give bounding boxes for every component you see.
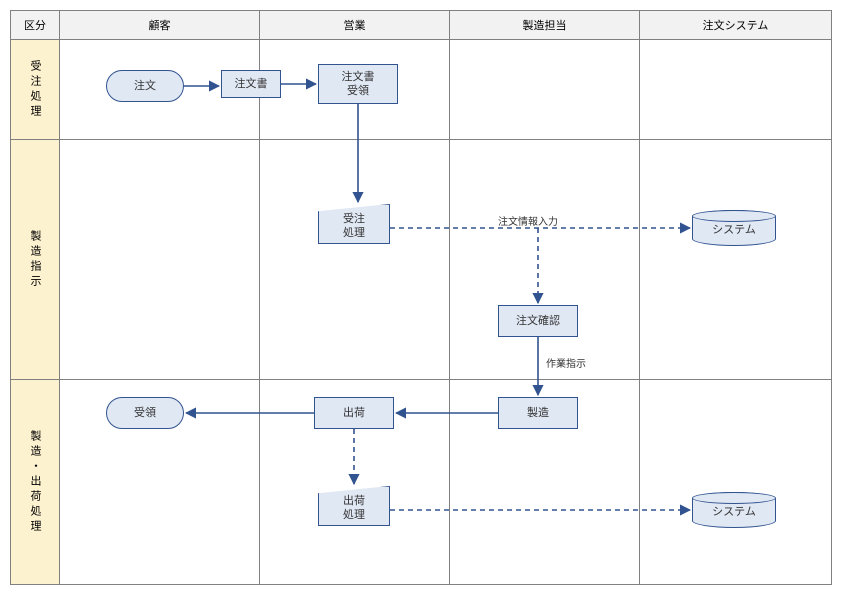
node-manufacture-label: 製造 (527, 406, 549, 420)
node-system-a-label: システム (712, 223, 756, 237)
node-system-a: システム (692, 210, 776, 246)
node-system-b-label: システム (712, 505, 756, 519)
swimlane-diagram: 区分 顧客 営業 製造担当 注文システム 受注処理 製造指示 製造・出荷処理 注… (0, 0, 842, 595)
node-order-form: 注文書 (221, 70, 281, 98)
node-order-label: 注文 (134, 79, 156, 93)
phase-1: 受注処理 (10, 39, 60, 140)
phase-3-label: 製造・出荷処理 (27, 430, 43, 535)
node-order-form-receive: 注文書 受領 (318, 64, 398, 104)
node-order-form-receive-label: 注文書 受領 (342, 70, 375, 99)
phase-1-label: 受注処理 (27, 60, 43, 120)
node-receive-label: 受領 (134, 406, 156, 420)
node-ship-proc-label: 出荷 処理 (343, 494, 365, 523)
phase-2: 製造指示 (10, 139, 60, 380)
node-ship-label: 出荷 (343, 406, 365, 420)
header-sales: 営業 (259, 10, 450, 40)
lane-mfg-r1 (449, 39, 640, 140)
node-system-b: システム (692, 492, 776, 528)
phase-2-label: 製造指示 (27, 230, 43, 290)
header-category: 区分 (10, 10, 60, 40)
header-manufacturing-label: 製造担当 (523, 17, 567, 33)
header-customer: 顧客 (59, 10, 260, 40)
header-category-label: 区分 (24, 17, 46, 33)
header-system: 注文システム (639, 10, 832, 40)
header-system-label: 注文システム (703, 17, 769, 33)
header-customer-label: 顧客 (149, 17, 171, 33)
lane-sys-r2 (639, 139, 832, 380)
header-sales-label: 営業 (344, 17, 366, 33)
edge-label-work-order: 作業指示 (546, 355, 586, 370)
lane-sales-r2 (259, 139, 450, 380)
phase-3: 製造・出荷処理 (10, 379, 60, 585)
node-manufacture: 製造 (498, 397, 578, 429)
node-order-confirm: 注文確認 (498, 305, 578, 337)
lane-sys-r1 (639, 39, 832, 140)
node-order-confirm-label: 注文確認 (516, 314, 560, 328)
node-order: 注文 (106, 70, 184, 102)
lane-sys-r3 (639, 379, 832, 585)
lane-mfg-r2 (449, 139, 640, 380)
node-order-form-label: 注文書 (235, 77, 268, 91)
lane-customer-r2 (59, 139, 260, 380)
header-manufacturing: 製造担当 (449, 10, 640, 40)
node-receive: 受領 (106, 397, 184, 429)
edge-label-enter-order-info: 注文情報入力 (498, 213, 558, 228)
node-order-proc-label: 受注 処理 (343, 212, 365, 241)
node-ship: 出荷 (314, 397, 394, 429)
